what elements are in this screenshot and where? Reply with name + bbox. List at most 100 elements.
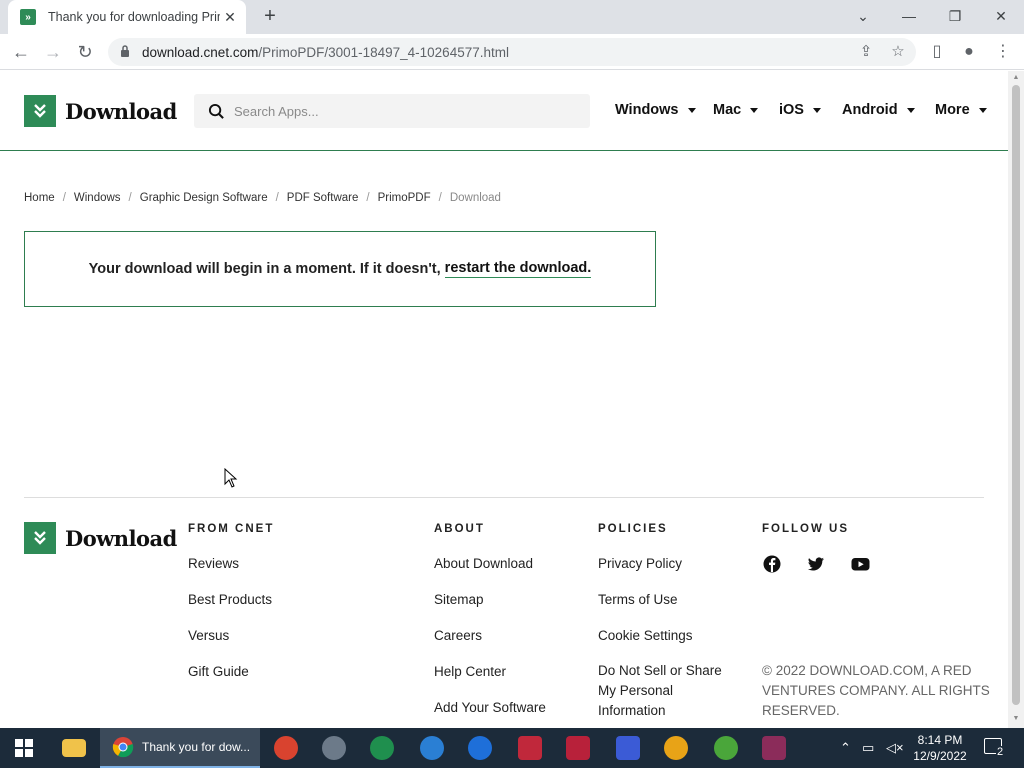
windows-taskbar: Thank you for dow... ⌃ ▭ ◁× 8:14 PM 12/9… <box>0 728 1024 768</box>
footer-logo-text: Download <box>65 525 177 551</box>
reload-icon[interactable]: ↻ <box>74 41 96 63</box>
minimize-icon[interactable]: — <box>894 4 924 28</box>
footer-link-best-products[interactable]: Best Products <box>188 592 272 607</box>
notification-count: 2 <box>996 746 1005 758</box>
profile-avatar-icon[interactable]: ● <box>958 41 980 63</box>
footer-heading-follow-us: FOLLOW US <box>762 523 849 535</box>
search-input[interactable] <box>234 101 574 121</box>
footer-link-about-download[interactable]: About Download <box>434 556 533 571</box>
facebook-icon[interactable] <box>763 555 781 573</box>
breadcrumb-current: Download <box>449 192 501 204</box>
nav-mac[interactable]: Mac <box>713 102 759 118</box>
globe-app-icon[interactable] <box>412 732 452 764</box>
restore-icon[interactable]: ❐ <box>940 4 970 28</box>
utorrent-icon[interactable] <box>706 732 746 764</box>
caret-down-icon <box>750 107 759 113</box>
nav-ios[interactable]: iOS <box>779 102 821 118</box>
footer-link-gift-guide[interactable]: Gift Guide <box>188 664 249 679</box>
back-icon[interactable]: ← <box>10 41 32 63</box>
nav-more[interactable]: More <box>935 102 987 118</box>
side-panel-icon[interactable]: ▯ <box>926 41 948 63</box>
footer-link-terms[interactable]: Terms of Use <box>598 592 678 607</box>
scroll-thumb[interactable] <box>1012 85 1020 705</box>
nav-windows[interactable]: Windows <box>615 102 696 118</box>
windows-start-icon[interactable] <box>4 732 44 764</box>
bookmark-star-icon[interactable]: ☆ <box>888 42 908 62</box>
video-editor-icon[interactable] <box>558 732 598 764</box>
network-icon[interactable]: ▭ <box>862 740 874 756</box>
notifications-icon[interactable]: 2 <box>984 738 1005 758</box>
browser-tab[interactable]: » Thank you for downloading PrimoPDF ✕ <box>8 0 246 34</box>
url-text: download.cnet.com/PrimoPDF/3001-18497_4-… <box>142 45 509 60</box>
taskbar-clock[interactable]: 8:14 PM 12/9/2022 <box>908 732 972 764</box>
new-tab-icon[interactable]: + <box>260 6 280 26</box>
breadcrumb-home[interactable]: Home <box>24 192 55 204</box>
ccleaner-icon[interactable] <box>266 732 306 764</box>
caret-down-icon <box>978 107 987 113</box>
logo-text: Download <box>65 98 177 124</box>
clock-date: 12/9/2022 <box>913 749 967 763</box>
breadcrumb-windows[interactable]: Windows <box>74 192 121 204</box>
footer-link-sitemap[interactable]: Sitemap <box>434 592 484 607</box>
tab-search-icon[interactable]: ⌄ <box>848 4 878 28</box>
taskbar-chrome-window[interactable]: Thank you for dow... <box>100 728 260 768</box>
youtube-icon[interactable] <box>851 555 870 573</box>
winrar-icon[interactable] <box>754 732 794 764</box>
ccleaner-browser-icon[interactable] <box>460 732 500 764</box>
footer-link-careers[interactable]: Careers <box>434 628 482 643</box>
page-scrollbar[interactable]: ▲ ▼ <box>1008 71 1024 728</box>
browser-toolbar: ← → ↻ download.cnet.com/PrimoPDF/3001-18… <box>0 34 1024 70</box>
address-bar[interactable]: download.cnet.com/PrimoPDF/3001-18497_4-… <box>108 38 916 66</box>
primopdf-icon[interactable] <box>608 732 648 764</box>
breadcrumb-separator: / <box>438 192 442 204</box>
breadcrumb-separator: / <box>366 192 370 204</box>
download-logo-icon <box>24 522 56 554</box>
footer-link-versus[interactable]: Versus <box>188 628 229 643</box>
app-icon-arcs[interactable] <box>314 732 354 764</box>
footer-link-help-center[interactable]: Help Center <box>434 664 506 679</box>
footer-link-reviews[interactable]: Reviews <box>188 556 239 571</box>
footer-link-privacy[interactable]: Privacy Policy <box>598 556 682 571</box>
footer-link-cookie-settings[interactable]: Cookie Settings <box>598 628 693 643</box>
lock-icon <box>121 45 129 57</box>
footer-link-add-software[interactable]: Add Your Software <box>434 700 546 715</box>
site-logo[interactable]: Download <box>24 95 177 127</box>
scroll-down-icon[interactable]: ▼ <box>1012 715 1020 722</box>
twitter-icon[interactable] <box>807 555 825 573</box>
breadcrumb-separator: / <box>62 192 66 204</box>
close-window-icon[interactable]: ✕ <box>986 4 1016 28</box>
volume-muted-icon[interactable]: ◁× <box>886 740 904 756</box>
copyright-text: © 2022 DOWNLOAD.COM, A RED VENTURES COMP… <box>762 663 990 718</box>
site-header: Download Windows Mac iOS Android More <box>0 71 1008 151</box>
restart-download-link[interactable]: restart the download. <box>444 260 592 278</box>
footer-link-do-not-sell[interactable]: Do Not Sell or Share My Personal Informa… <box>598 661 738 721</box>
menu-kebab-icon[interactable]: ⋮ <box>992 41 1014 63</box>
breadcrumb-separator: / <box>275 192 279 204</box>
caret-down-icon <box>687 107 696 113</box>
search-icon <box>208 103 224 119</box>
tray-chevron-icon[interactable]: ⌃ <box>840 740 851 756</box>
clock-time: 8:14 PM <box>917 733 963 747</box>
close-tab-icon[interactable]: ✕ <box>222 9 238 25</box>
forward-icon[interactable]: → <box>42 41 64 63</box>
breadcrumb-separator: / <box>128 192 132 204</box>
footer-logo[interactable]: Download <box>24 522 177 554</box>
footer-heading-about: ABOUT <box>434 523 485 535</box>
breadcrumb-pdf-software[interactable]: PDF Software <box>287 192 359 204</box>
scroll-up-icon[interactable]: ▲ <box>1012 74 1020 81</box>
download-message-text: Your download will begin in a moment. If… <box>88 261 441 277</box>
footer-divider <box>24 497 984 498</box>
share-icon[interactable]: ⇪ <box>856 42 876 62</box>
browser-shield-icon[interactable] <box>656 732 696 764</box>
taskbar-window-label: Thank you for dow... <box>142 740 251 754</box>
mouse-cursor-icon <box>224 468 238 488</box>
search-box[interactable] <box>194 94 590 128</box>
footer-heading-policies: POLICIES <box>598 523 668 535</box>
breadcrumb-graphic-design[interactable]: Graphic Design Software <box>140 192 268 204</box>
file-explorer-icon[interactable] <box>54 732 94 764</box>
nav-android[interactable]: Android <box>842 102 915 118</box>
breadcrumb-primopdf[interactable]: PrimoPDF <box>378 192 431 204</box>
chrome-icon <box>112 737 134 758</box>
screen-recorder-icon[interactable] <box>510 732 550 764</box>
ublock-icon[interactable] <box>362 732 402 764</box>
